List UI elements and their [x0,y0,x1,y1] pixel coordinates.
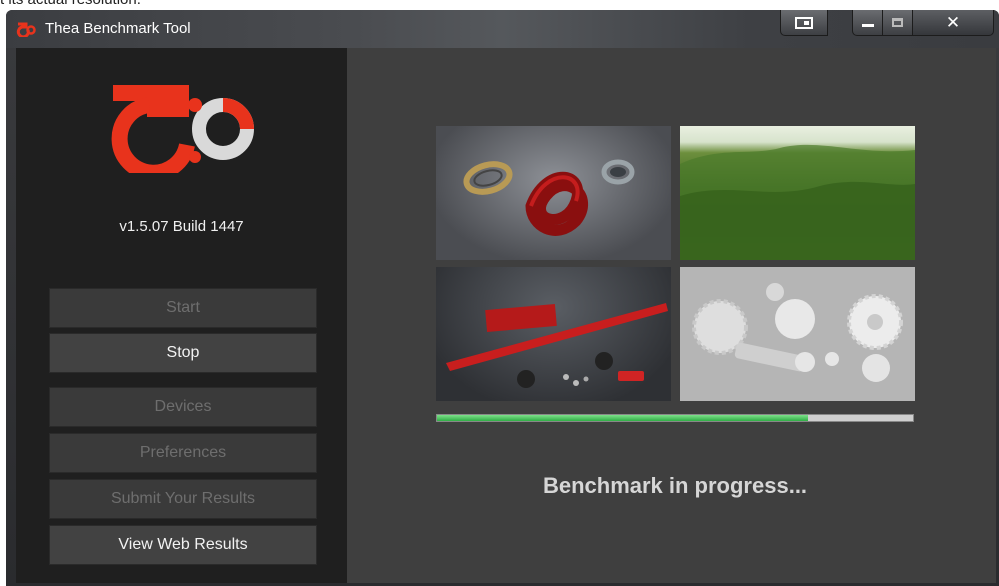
thea-logo [111,85,254,173]
snap-button[interactable] [780,10,828,36]
preview-panel: Benchmark in progress... [347,48,996,583]
benchmark-progress-bar [436,414,914,422]
render-preview-landscape [680,126,915,260]
devices-button[interactable]: Devices [49,387,317,427]
maximize-icon [892,18,903,27]
start-button[interactable]: Start [49,288,317,328]
version-label: v1.5.07 Build 1447 [119,218,244,235]
close-icon: ✕ [945,12,961,33]
title-bar[interactable]: Thea Benchmark Tool ✕ [6,10,999,48]
preferences-button[interactable]: Preferences [49,433,317,473]
submit-results-button[interactable]: Submit Your Results [49,479,317,519]
window-title: Thea Benchmark Tool [45,20,191,37]
stop-button[interactable]: Stop [49,333,317,373]
render-preview-knot [436,126,671,260]
benchmark-status-text: Benchmark in progress... [542,473,808,498]
close-button[interactable]: ✕ [912,10,994,36]
app-window: Thea Benchmark Tool ✕ v1.5.07 Build 1447… [6,10,999,586]
thea-logo-icon [16,22,36,37]
view-web-results-button[interactable]: View Web Results [49,525,317,565]
minimize-icon [861,24,874,27]
clipped-caption: t its actual resolution. [0,0,999,10]
progress-fill [437,415,809,421]
minimize-button[interactable] [852,10,883,36]
snap-icon [795,16,813,29]
content-frame: v1.5.07 Build 1447 Start Stop Devices Pr… [16,48,996,583]
render-preview-gears [680,267,915,401]
render-preview-plane [436,267,671,401]
maximize-button[interactable] [882,10,913,36]
left-panel: v1.5.07 Build 1447 Start Stop Devices Pr… [16,48,347,583]
